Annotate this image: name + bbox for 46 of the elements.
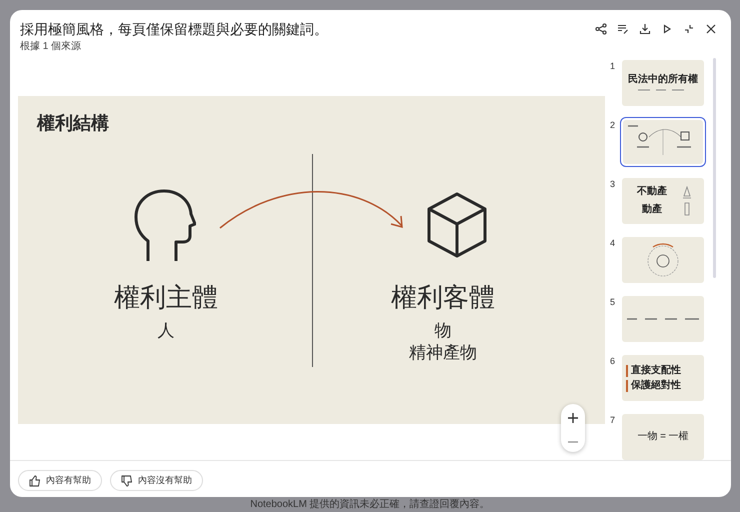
helpful-button[interactable]: 內容有幫助 [18,470,102,491]
thumbnail-text: 一物 = 一權 [637,431,689,443]
thumbnail-text: 直接支配性 [631,364,681,376]
thumbs-down-icon [121,474,133,486]
accent-bar [626,364,628,376]
slide-number: 3 [609,178,616,191]
close-icon [706,24,716,34]
thumbnail-text: 動產 [642,204,662,216]
slide-number: 5 [609,296,616,309]
list-edit-icon [617,23,629,35]
object-item: 精神產物 [409,342,477,364]
slide-thumbnail[interactable] [622,296,704,342]
disclaimer-text: NotebookLM 提供的資訊未必正確，請查證回覆內容。 [249,499,491,511]
slide-thumbnail[interactable]: 民法中的所有權 [622,60,704,106]
accent-bar [626,380,628,392]
slide-thumbnail[interactable]: 一物 = 一權 [622,414,704,460]
subject-item: 人 [158,320,174,342]
subject-heading: 權利主體 [114,281,218,314]
slide-number: 7 [609,414,616,427]
slide-thumbnail[interactable]: 不動產 動產 [622,178,704,224]
source-count: 根據 1 個來源 [20,40,82,54]
share-icon [595,23,607,35]
thumbnail-text: 保護絕對性 [631,380,681,392]
object-heading: 權利客體 [391,281,495,314]
slide-number: 4 [609,237,616,250]
object-item: 物 [434,320,452,342]
slide-title: 權利結構 [37,112,109,135]
thumbnail-text: 不動產 [637,186,667,198]
not-helpful-button[interactable]: 內容沒有幫助 [110,470,203,491]
collapse-icon [684,24,694,34]
share-button[interactable] [593,21,609,37]
download-icon [639,23,651,35]
slide-thumbnail[interactable] [622,237,704,283]
cube-icon [426,192,488,258]
thumbnail-title: 民法中的所有權 [628,74,698,86]
play-icon [662,24,672,34]
download-button[interactable] [637,21,653,37]
head-icon [134,189,196,263]
dialog-title: 採用極簡風格，每頁僅保留標題與必要的關鍵詞。 [20,20,329,39]
slide-number: 1 [609,60,616,73]
zoom-in-icon[interactable] [568,413,578,423]
slide-thumbnail[interactable]: 直接支配性 保護絕對性 [622,355,704,401]
thumbs-up-icon [29,474,41,486]
slide-number: 6 [609,355,616,368]
slide-thumbnail[interactable] [620,117,706,167]
slide-number: 2 [609,119,616,132]
